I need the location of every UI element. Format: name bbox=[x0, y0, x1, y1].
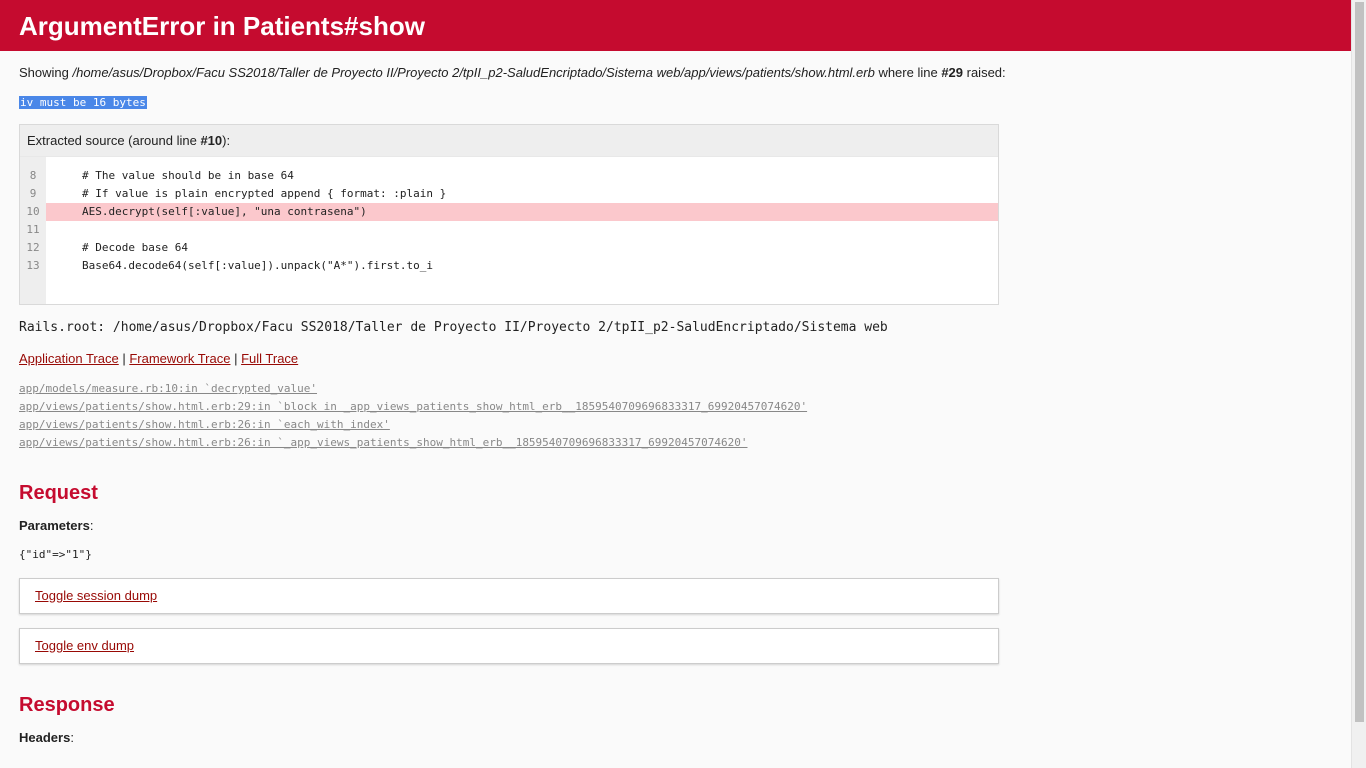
response-heading: Response bbox=[19, 694, 115, 716]
source-header-suffix: ): bbox=[222, 133, 231, 148]
error-message[interactable]: iv must be 16 bytes bbox=[19, 96, 147, 109]
trace-item[interactable]: app/models/measure.rb:10:in `decrypted_v… bbox=[19, 380, 1332, 398]
line-number: 11 bbox=[26, 223, 40, 236]
source-header: Extracted source (around line #10): bbox=[20, 125, 998, 157]
source-body: 8 9 10 11 12 13 # The value should be in… bbox=[20, 157, 998, 304]
template-path: /home/asus/Dropbox/Facu SS2018/Taller de… bbox=[72, 65, 875, 80]
main-content: Showing /home/asus/Dropbox/Facu SS2018/T… bbox=[0, 65, 1351, 745]
trace-item[interactable]: app/views/patients/show.html.erb:26:in `… bbox=[19, 416, 1332, 434]
line-numbers: 8 9 10 11 12 13 bbox=[20, 157, 46, 304]
parameters-value: {"id"=>"1"} bbox=[19, 548, 92, 561]
code-line-highlighted: AES.decrypt(self[:value], "una contrasen… bbox=[46, 203, 998, 221]
extracted-source: Extracted source (around line #10): 8 9 … bbox=[19, 124, 999, 305]
error-header: ArgumentError in Patients#show bbox=[0, 0, 1351, 51]
line-number: 8 bbox=[29, 169, 37, 182]
full-trace-link[interactable]: Full Trace bbox=[241, 351, 298, 366]
trace-separator: | bbox=[118, 351, 130, 366]
error-page: ArgumentError in Patients#show Showing /… bbox=[0, 0, 1351, 768]
toggle-env-dump-link[interactable]: Toggle env dump bbox=[35, 638, 134, 653]
line-number: 13 bbox=[26, 259, 40, 272]
source-header-line: #10 bbox=[200, 133, 223, 148]
code-line: Base64.decode64(self[:value]).unpack("A*… bbox=[82, 259, 433, 272]
env-dump-box: Toggle env dump bbox=[19, 628, 999, 664]
source-header-prefix: Extracted source (around line bbox=[27, 133, 201, 148]
request-heading: Request bbox=[19, 482, 98, 504]
code-line: # Decode base 64 bbox=[82, 241, 188, 254]
error-line-number: #29 bbox=[941, 65, 964, 80]
trace-item[interactable]: app/views/patients/show.html.erb:29:in `… bbox=[19, 398, 1332, 416]
showing-prefix: Showing bbox=[19, 65, 73, 80]
line-number: 12 bbox=[26, 241, 40, 254]
trace-item[interactable]: app/views/patients/show.html.erb:26:in `… bbox=[19, 434, 1332, 452]
headers-label: Headers bbox=[19, 730, 71, 745]
rails-root: Rails.root: /home/asus/Dropbox/Facu SS20… bbox=[19, 320, 888, 335]
parameters-line: Parameters: bbox=[19, 518, 94, 533]
showing-middle: where line bbox=[874, 65, 942, 80]
code-line: # The value should be in base 64 bbox=[82, 169, 294, 182]
trace-list: app/models/measure.rb:10:in `decrypted_v… bbox=[19, 380, 1332, 452]
vertical-scrollbar[interactable] bbox=[1351, 0, 1366, 768]
code-line: # If value is plain encrypted append { f… bbox=[82, 187, 447, 200]
framework-trace-link[interactable]: Framework Trace bbox=[129, 351, 230, 366]
page-title: ArgumentError in Patients#show bbox=[19, 11, 425, 41]
headers-line: Headers: bbox=[19, 730, 74, 745]
line-number: 9 bbox=[29, 187, 37, 200]
session-dump-box: Toggle session dump bbox=[19, 578, 999, 614]
showing-suffix: raised: bbox=[963, 65, 1006, 80]
scrollbar-thumb[interactable] bbox=[1355, 2, 1364, 722]
code-lines: # The value should be in base 64 # If va… bbox=[46, 157, 998, 304]
trace-separator: | bbox=[230, 351, 242, 366]
toggle-session-dump-link[interactable]: Toggle session dump bbox=[35, 588, 157, 603]
line-number: 10 bbox=[26, 205, 40, 218]
application-trace-link[interactable]: Application Trace bbox=[19, 351, 119, 366]
parameters-label: Parameters bbox=[19, 518, 90, 533]
trace-tabs: Application Trace | Framework Trace | Fu… bbox=[19, 351, 1332, 366]
showing-line: Showing /home/asus/Dropbox/Facu SS2018/T… bbox=[19, 65, 1332, 81]
